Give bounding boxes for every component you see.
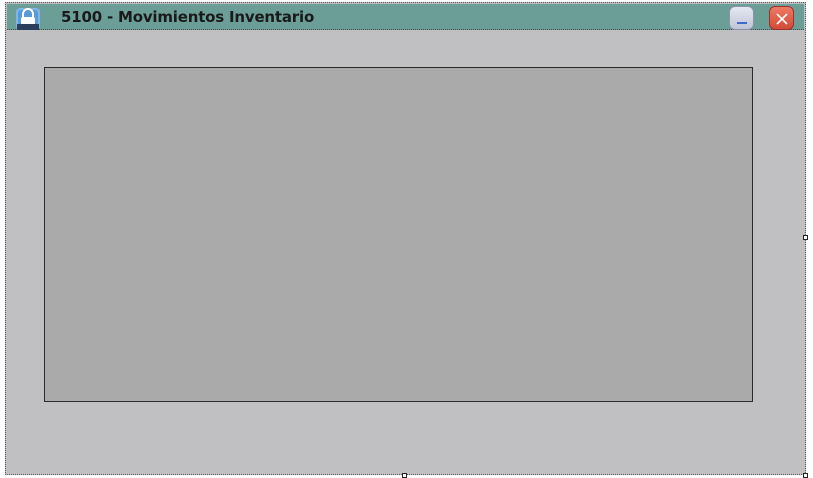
resize-handle-bottom-right[interactable] [803,473,808,478]
resize-handle-bottom[interactable] [402,473,407,478]
form-designer-surface: 5100 - Movimientos Inventario [0,0,813,478]
minimize-button[interactable] [729,6,754,30]
title-bar[interactable]: 5100 - Movimientos Inventario [7,4,804,30]
minimize-icon [737,22,747,24]
form-window[interactable]: 5100 - Movimientos Inventario [5,2,806,475]
close-icon [776,13,788,25]
close-button[interactable] [769,6,794,30]
content-panel[interactable] [44,67,753,402]
window-title: 5100 - Movimientos Inventario [61,8,315,26]
resize-handle-right[interactable] [803,235,808,240]
lock-icon [15,6,41,30]
